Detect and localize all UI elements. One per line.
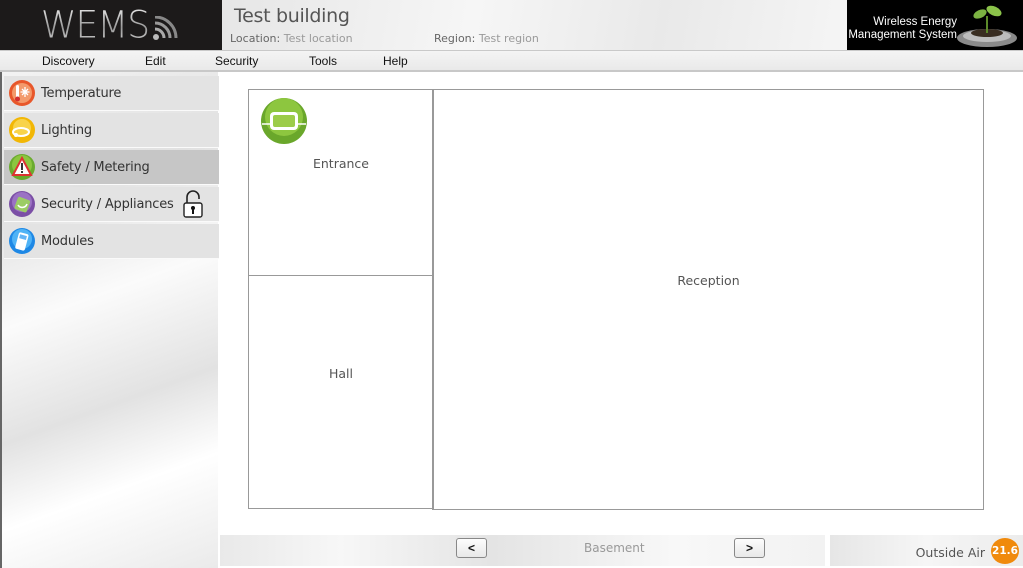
app-window: WEMS Test building Location: Test locati…: [0, 0, 1023, 568]
outside-air-value-badge: 21.6: [991, 538, 1019, 564]
security-appliance-icon: [9, 191, 35, 217]
module-device-icon: [9, 228, 35, 254]
room-hall[interactable]: Hall: [248, 275, 434, 509]
floor-name: Basement: [584, 541, 645, 555]
sidebar-item-lighting[interactable]: Lighting: [4, 113, 219, 148]
room-entrance[interactable]: Entrance: [248, 89, 434, 276]
room-label: Hall: [328, 366, 353, 381]
brand-line-2: Management System: [848, 29, 957, 41]
sidebar-item-label: Lighting: [41, 122, 92, 138]
menu-tools[interactable]: Tools: [309, 54, 337, 68]
sidebar-item-security-appliances[interactable]: Security / Appliances: [4, 187, 219, 222]
menu-security[interactable]: Security: [215, 54, 258, 68]
room-label: Reception: [677, 273, 740, 288]
building-region: Region: Test region: [434, 32, 539, 45]
wems-logo: WEMS: [0, 0, 222, 50]
location-value: Test location: [283, 32, 353, 45]
building-title: Test building: [234, 5, 350, 27]
room-label: Entrance: [312, 156, 369, 171]
building-location: Location: Test location: [230, 32, 353, 45]
brand-text: Wireless Energy Management System: [848, 16, 957, 42]
menu-bar: Discovery Edit Security Tools Help: [0, 50, 1023, 72]
light-bulb-icon: [9, 117, 35, 143]
previous-floor-button[interactable]: <: [456, 538, 487, 558]
building-info: Test building Location: Test location Re…: [222, 0, 847, 50]
sidebar-item-label: Modules: [41, 233, 94, 249]
brand-banner: Wireless Energy Management System: [847, 0, 1023, 50]
menu-help[interactable]: Help: [383, 54, 408, 68]
room-reception[interactable]: Reception: [432, 89, 984, 510]
sidebar-item-modules[interactable]: Modules: [4, 224, 219, 259]
logo-text: WEMS: [40, 3, 150, 47]
floor-navigator: < Basement >: [220, 535, 825, 566]
sidebar-item-label: Safety / Metering: [41, 159, 150, 175]
sidebar-item-safety-metering[interactable]: Safety / Metering: [4, 150, 219, 185]
warning-icon: [9, 154, 35, 180]
menu-discovery[interactable]: Discovery: [42, 54, 95, 68]
green-sensor-module-icon[interactable]: [259, 97, 309, 145]
hands-plant-icon: [957, 5, 1017, 47]
outside-air-label: Outside Air: [915, 545, 985, 560]
sidebar-item-label: Temperature: [41, 85, 122, 101]
wireless-signal-icon: [153, 16, 178, 40]
sidebar: Temperature Lighting Safety / Metering S…: [0, 72, 219, 568]
outside-air-panel: Outside Air 21.6: [830, 535, 1023, 566]
location-label: Location:: [230, 32, 281, 45]
brand-line-1: Wireless Energy: [873, 16, 957, 28]
next-floor-button[interactable]: >: [734, 538, 765, 558]
sidebar-item-temperature[interactable]: Temperature: [4, 76, 219, 111]
region-label: Region:: [434, 32, 476, 45]
sidebar-item-label: Security / Appliances: [41, 196, 174, 212]
thermometer-snowflake-icon: [9, 80, 35, 106]
lock-open-icon[interactable]: [182, 189, 204, 219]
region-value: Test region: [478, 32, 539, 45]
menu-edit[interactable]: Edit: [145, 54, 166, 68]
